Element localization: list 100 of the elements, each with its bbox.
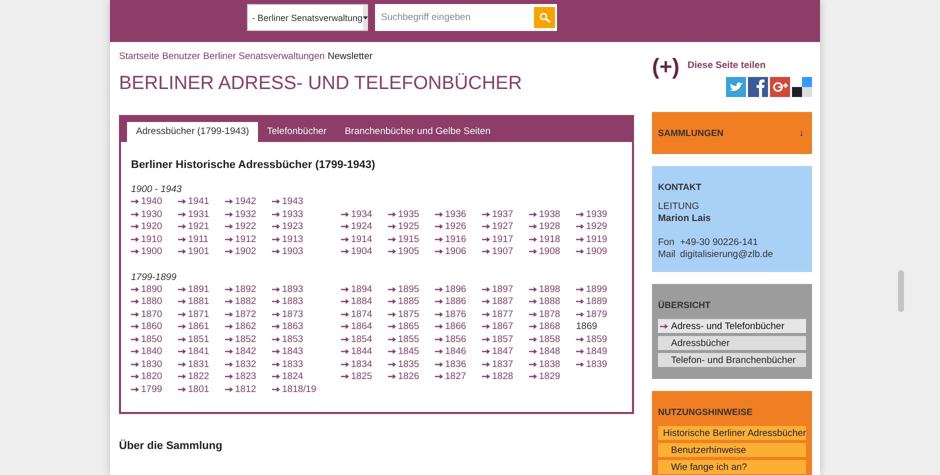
year-link[interactable]: 1876 [435,308,466,320]
year-link[interactable]: 1941 [178,196,210,207]
year-link[interactable]: 1913 [272,234,304,244]
year-link[interactable]: 1881 [178,296,210,307]
share-link[interactable]: Diese Seite teilen [688,60,766,70]
year-link[interactable]: 1871 [178,308,210,320]
google-plus-icon[interactable] [770,77,790,97]
year-link[interactable]: 1918 [529,234,560,244]
collapsible-panel[interactable]: SAMMLUNGEN ↓ [652,112,812,154]
year-link[interactable]: 1892 [225,284,256,294]
menu-item[interactable]: Telefon- und Branchenbücher [658,353,806,367]
year-link[interactable]: 1847 [482,346,514,357]
year-link[interactable]: 1884 [341,296,372,307]
year-link[interactable]: 1829 [529,371,560,382]
year-link[interactable]: 1940 [131,196,162,207]
year-link[interactable]: 1890 [131,284,162,294]
year-link[interactable]: 1929 [576,221,608,232]
year-link[interactable]: 1888 [529,296,560,307]
year-link[interactable]: 1898 [529,284,560,294]
year-link[interactable]: 1910 [131,234,162,244]
year-link[interactable]: 1917 [482,234,514,244]
year-link[interactable]: 1840 [131,346,162,357]
year-link[interactable]: 1903 [272,246,304,257]
year-link[interactable]: 1905 [388,246,420,257]
year-link[interactable]: 1827 [435,371,466,382]
year-link[interactable]: 1883 [272,296,304,307]
year-link[interactable]: 1921 [178,221,210,232]
year-link[interactable]: 1878 [529,308,560,320]
year-link[interactable]: 1841 [178,346,210,357]
year-link[interactable]: 1866 [435,321,466,332]
year-link[interactable]: 1889 [576,296,608,307]
year-link[interactable]: 1834 [341,358,372,370]
year-link[interactable]: 1901 [178,246,210,257]
year-link[interactable]: 1838 [529,358,560,370]
year-link[interactable]: 1812 [225,384,256,394]
year-link[interactable]: 1879 [576,308,608,320]
year-link[interactable]: 1830 [131,358,162,370]
year-link[interactable]: 1924 [341,221,372,232]
year-link[interactable]: 1943 [272,196,304,207]
year-link[interactable]: 1799 [131,384,162,394]
year-link[interactable]: 1909 [576,246,608,257]
menu-item[interactable]: Adressbücher [658,336,806,350]
year-link[interactable]: 1862 [225,321,256,332]
year-link[interactable]: 1919 [576,234,608,244]
year-link[interactable]: 1897 [482,284,514,294]
year-link[interactable]: 1920 [131,221,162,232]
bird-icon[interactable] [726,77,746,97]
year-link[interactable]: 1894 [341,284,372,294]
year-link[interactable]: 1850 [131,334,162,344]
year-link[interactable]: 1833 [272,358,304,370]
menu-item[interactable]: Wie fange ich an? [658,460,806,474]
year-link[interactable]: 1845 [388,346,420,357]
delicious-icon[interactable] [792,77,812,97]
year-link[interactable]: 1915 [388,234,420,244]
year-link[interactable]: 1927 [482,221,514,232]
year-link[interactable]: 1843 [272,346,304,357]
year-link[interactable]: 1906 [435,246,466,257]
year-link[interactable]: 1922 [225,221,256,232]
year-link[interactable]: 1853 [272,334,304,344]
year-link[interactable]: 1908 [529,246,560,257]
breadcrumb-link[interactable]: Benutzer [162,51,200,62]
year-link[interactable]: 1872 [225,308,256,320]
year-link[interactable]: 1882 [225,296,256,307]
year-link[interactable]: 1902 [225,246,256,257]
year-link[interactable]: 1896 [435,284,466,294]
year-link[interactable]: 1818/19 [272,384,316,394]
search-field[interactable]: Suchbegriff eingeben [375,4,557,31]
year-link[interactable]: 1914 [341,234,372,244]
year-link[interactable]: 1860 [131,321,162,332]
year-link[interactable]: 1863 [272,321,304,332]
breadcrumb-link[interactable]: Startseite [119,51,160,62]
year-link[interactable]: 1861 [178,321,210,332]
year-link[interactable]: 1916 [435,234,466,244]
year-link[interactable]: 1900 [131,246,162,257]
facebook-icon[interactable] [748,77,768,97]
year-link[interactable]: 1842 [225,346,256,357]
year-link[interactable]: 1930 [131,208,162,220]
year-link[interactable]: 1886 [435,296,466,307]
year-link[interactable]: 1865 [388,321,420,332]
year-link[interactable]: 1846 [435,346,466,357]
year-link[interactable]: 1891 [178,284,210,294]
year-link[interactable]: 1938 [529,208,560,220]
menu-item[interactable]: Benutzerhinweise [658,443,806,457]
year-link[interactable]: 1880 [131,296,162,307]
year-link[interactable]: 1844 [341,346,372,357]
year-link[interactable]: 1937 [482,208,514,220]
year-link[interactable]: 1870 [131,308,162,320]
year-link[interactable]: 1893 [272,284,304,294]
year-link[interactable]: 1932 [225,208,256,220]
year-link[interactable]: 1848 [529,346,560,357]
year-link[interactable]: 1904 [341,246,372,257]
year-link[interactable]: 1822 [178,371,210,382]
year-link[interactable]: 1852 [225,334,256,344]
year-link[interactable]: 1934 [341,208,372,220]
tab[interactable]: Adressbücher (1799-1943) [127,122,258,142]
year-link[interactable]: 1858 [529,334,560,344]
year-link[interactable]: 1836 [435,358,466,370]
year-link[interactable]: 1899 [576,284,608,294]
year-link[interactable]: 1907 [482,246,514,257]
year-link[interactable]: 1933 [272,208,304,220]
